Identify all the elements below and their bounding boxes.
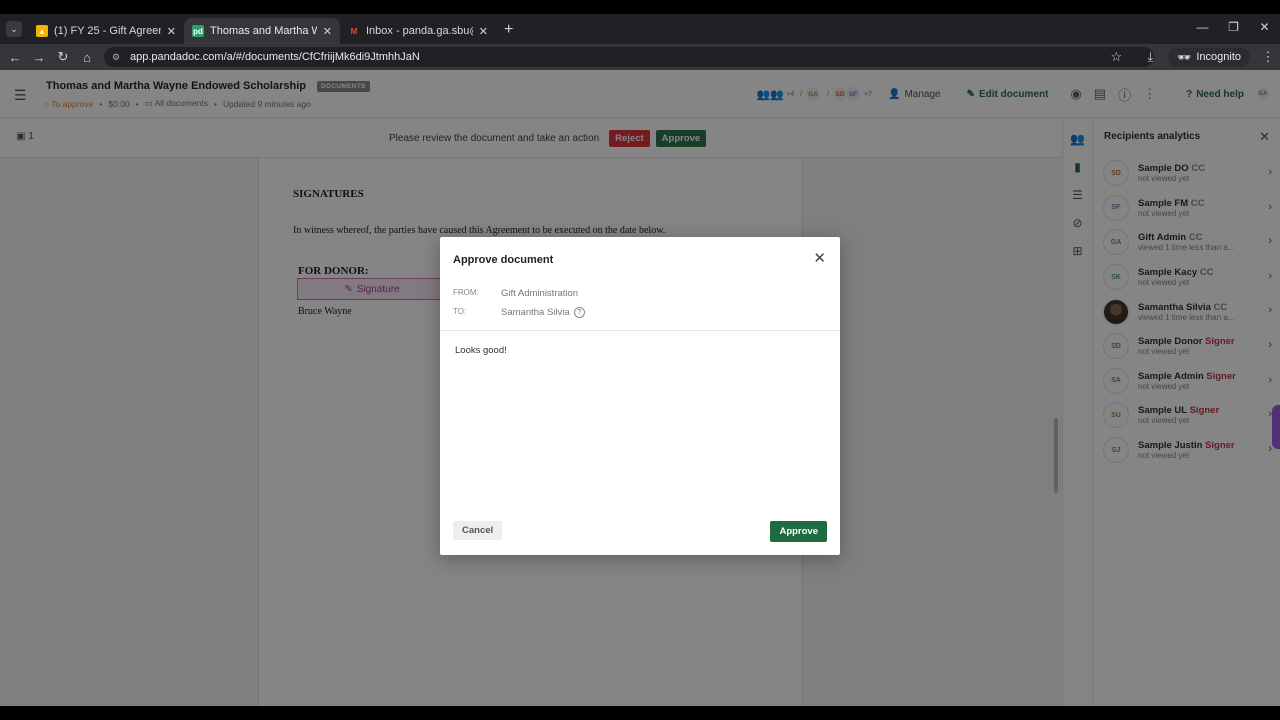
incognito-label: Incognito bbox=[1196, 51, 1241, 63]
cancel-button[interactable]: Cancel bbox=[453, 521, 503, 540]
close-window-icon[interactable]: ✕ bbox=[1249, 20, 1280, 34]
browser-toolbar: ← → ↻ ⌂ ⚙ app.pandadoc.com/a/#/documents… bbox=[0, 44, 1280, 70]
bookmark-star-icon[interactable]: ☆ bbox=[1104, 49, 1128, 65]
download-icon[interactable]: ⤓ bbox=[1138, 49, 1162, 65]
close-tab-icon[interactable]: ✕ bbox=[167, 25, 176, 38]
incognito-icon: 🕶 bbox=[1177, 51, 1192, 64]
incognito-badge[interactable]: 🕶 Incognito bbox=[1168, 47, 1250, 67]
tab-title: Thomas and Martha Wayne End bbox=[210, 25, 317, 37]
screen-bottom-bar bbox=[0, 706, 1280, 720]
to-label: TO: bbox=[453, 307, 467, 316]
pandadoc-icon: pd bbox=[192, 25, 204, 37]
browser-menu-icon[interactable]: ⋮ bbox=[1256, 49, 1280, 65]
tab-title: Inbox - panda.ga.sbu@gmail.co bbox=[366, 25, 473, 37]
window-controls: — ❐ ✕ bbox=[1187, 20, 1280, 34]
browser-tab-pandadoc[interactable]: pd Thomas and Martha Wayne End ✕ bbox=[184, 18, 340, 44]
tab-strip: ⌄ ▲ (1) FY 25 - Gift Agreements - Th ✕ p… bbox=[0, 14, 1280, 44]
maximize-icon[interactable]: ❐ bbox=[1218, 20, 1249, 34]
new-tab-icon[interactable]: + bbox=[504, 21, 513, 39]
to-row: TO: Samantha Silvia ? bbox=[453, 307, 585, 318]
back-icon[interactable]: ← bbox=[3, 50, 27, 65]
help-icon[interactable]: ? bbox=[573, 307, 585, 318]
browser-window: ⌄ ▲ (1) FY 25 - Gift Agreements - Th ✕ p… bbox=[0, 14, 1280, 706]
dialog-title: Approve document bbox=[453, 254, 554, 266]
to-value: Samantha Silvia bbox=[501, 307, 570, 318]
url-text: app.pandadoc.com/a/#/documents/CfCfriijM… bbox=[130, 51, 420, 63]
browser-tab-gmail[interactable]: M Inbox - panda.ga.sbu@gmail.co ✕ bbox=[340, 18, 496, 44]
pandadoc-app: ☰ Thomas and Martha Wayne Endowed Schola… bbox=[0, 70, 1280, 706]
from-row: FROM: Gift Administration bbox=[453, 288, 578, 299]
address-bar[interactable]: ⚙ app.pandadoc.com/a/#/documents/CfCfrii… bbox=[104, 47, 1154, 67]
close-icon[interactable]: ✕ bbox=[813, 249, 826, 267]
gmail-icon: M bbox=[350, 26, 358, 36]
tab-title: (1) FY 25 - Gift Agreements - Th bbox=[54, 25, 161, 37]
from-label: FROM: bbox=[453, 288, 479, 297]
close-tab-icon[interactable]: ✕ bbox=[479, 25, 488, 38]
divider bbox=[440, 330, 840, 331]
message-input[interactable]: Looks good! bbox=[455, 345, 507, 356]
approve-document-dialog: Approve document ✕ FROM: Gift Administra… bbox=[440, 237, 840, 555]
site-info-icon[interactable]: ⚙ bbox=[112, 52, 122, 62]
forward-icon[interactable]: → bbox=[27, 50, 51, 65]
reload-icon[interactable]: ↻ bbox=[51, 49, 75, 65]
from-value: Gift Administration bbox=[501, 288, 579, 299]
home-icon[interactable]: ⌂ bbox=[75, 50, 99, 65]
toolbar-right: ☆ ⤓ 🕶 Incognito ⋮ bbox=[1104, 44, 1280, 70]
minimize-icon[interactable]: — bbox=[1187, 20, 1218, 34]
drive-icon: ▲ bbox=[36, 25, 48, 37]
browser-tab-drive[interactable]: ▲ (1) FY 25 - Gift Agreements - Th ✕ bbox=[28, 18, 184, 44]
close-tab-icon[interactable]: ✕ bbox=[323, 25, 332, 38]
approve-button[interactable]: Approve bbox=[770, 521, 827, 542]
tab-search-icon[interactable]: ⌄ bbox=[6, 21, 22, 37]
